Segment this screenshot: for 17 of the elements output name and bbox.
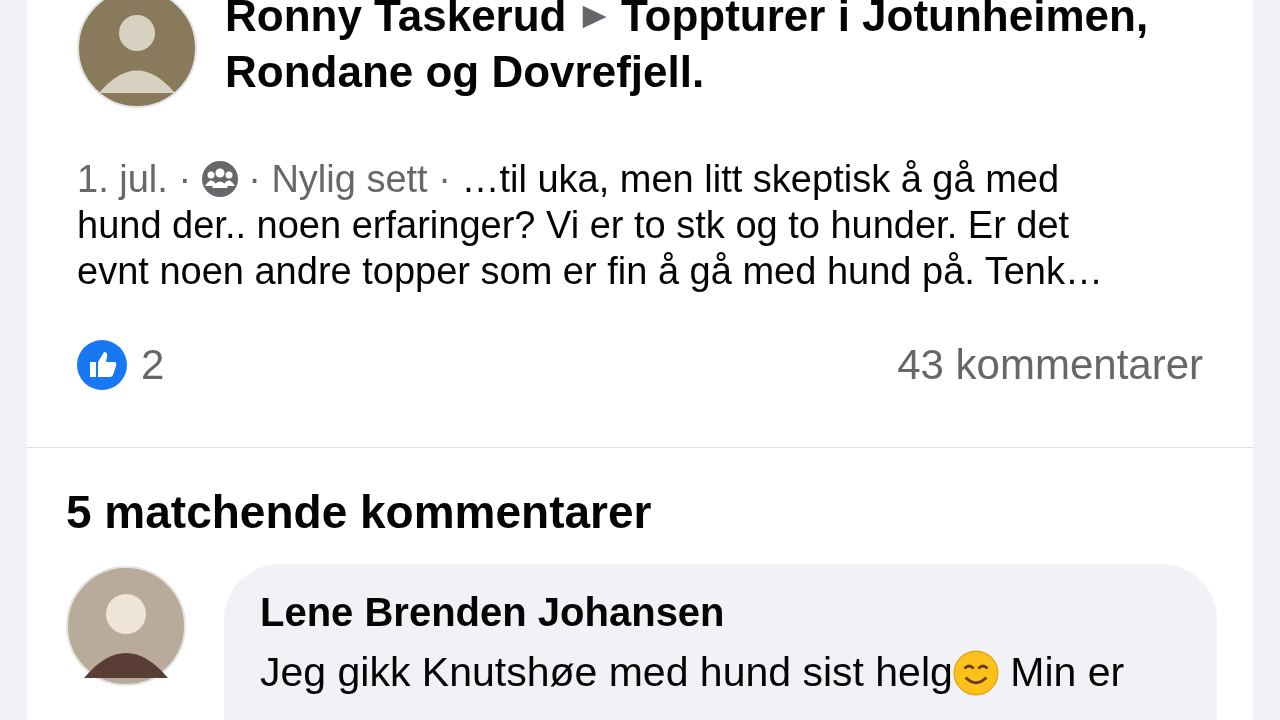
seen-status: · Nylig sett · xyxy=(248,158,451,200)
group-name[interactable]: Rondane og Dovrefjell. xyxy=(225,47,705,96)
post-date[interactable]: 1. jul. · xyxy=(77,158,192,200)
post-text: …til uka, men litt skeptisk å gå med xyxy=(461,158,1060,200)
smiley-icon xyxy=(952,650,999,696)
like-count[interactable]: 2 xyxy=(141,341,165,389)
commenter-name[interactable]: Lene Brenden Johansen xyxy=(260,586,1181,638)
post-text: hund der.. noen erfaringer? Vi er to stk og to hunder. Er det xyxy=(77,204,1070,246)
comment-text: Jeg gikk Knutshøe med hund sist helg xyxy=(260,649,953,695)
comment-text: Min er xyxy=(1010,649,1125,695)
avatar[interactable] xyxy=(66,566,186,686)
avatar[interactable] xyxy=(77,0,197,108)
comment-count[interactable]: 43 kommentarer xyxy=(897,341,1203,389)
post-text: evnt noen andre topper som er fin å gå med hund på. Tenk… xyxy=(77,250,1103,292)
group-icon xyxy=(201,161,238,197)
section-title: 5 matchende kommentarer xyxy=(66,486,653,538)
like-icon[interactable] xyxy=(77,340,127,390)
